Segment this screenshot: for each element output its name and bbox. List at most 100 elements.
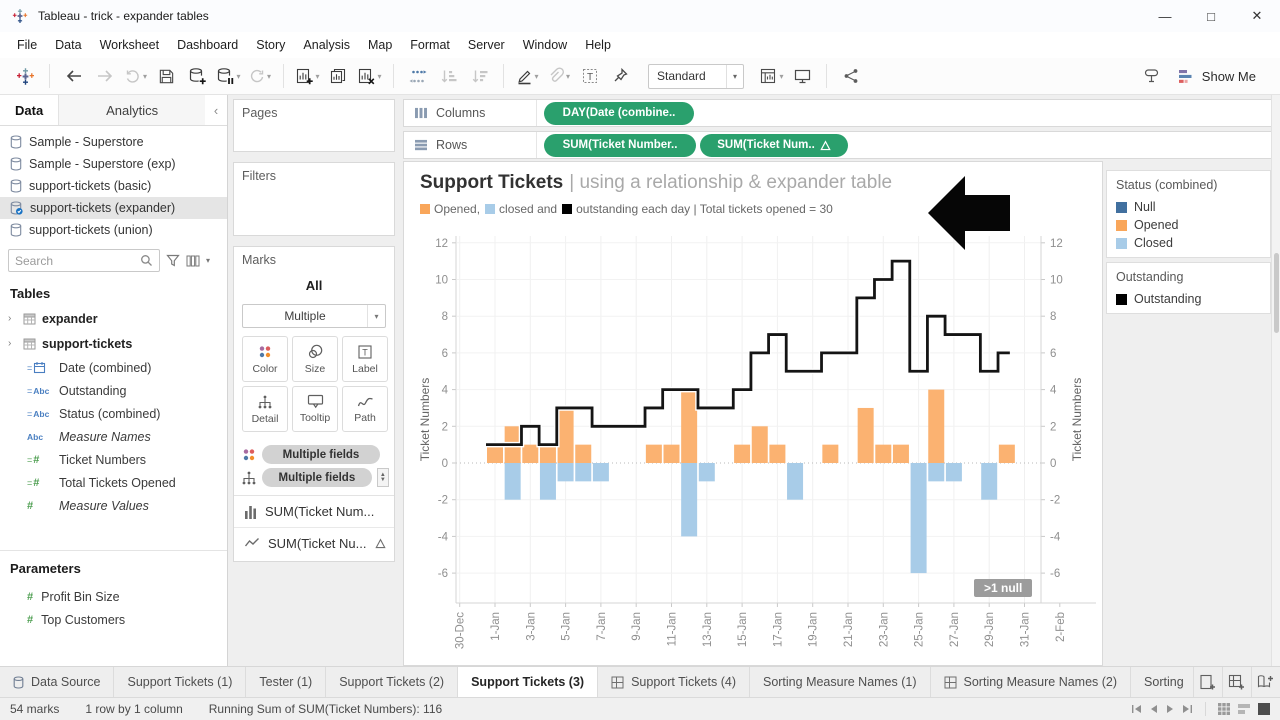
- menu-dashboard[interactable]: Dashboard: [168, 32, 247, 58]
- replay-animation-icon[interactable]: ▾: [123, 61, 148, 91]
- bar-opened[interactable]: [664, 445, 680, 463]
- save-icon[interactable]: [154, 61, 179, 91]
- new-story-icon[interactable]: [1251, 667, 1280, 697]
- color-button[interactable]: Color: [242, 336, 288, 382]
- show-mark-labels-icon[interactable]: T: [577, 61, 602, 91]
- view-filmstrip-icon[interactable]: [1238, 703, 1250, 715]
- bar-opened[interactable]: [999, 445, 1015, 463]
- view-options-icon[interactable]: [186, 255, 200, 267]
- sheet-tab[interactable]: Data Source: [0, 667, 114, 697]
- group-members-icon[interactable]: ▾: [546, 61, 571, 91]
- menu-server[interactable]: Server: [459, 32, 514, 58]
- signpost-icon[interactable]: [1139, 61, 1164, 91]
- chevron-right-icon[interactable]: ›: [8, 313, 17, 324]
- bar-opened[interactable]: [540, 445, 556, 463]
- table-item[interactable]: ›support-tickets: [0, 331, 227, 356]
- collapse-pane-icon[interactable]: ‹: [205, 95, 227, 125]
- menu-story[interactable]: Story: [247, 32, 294, 58]
- data-source-item[interactable]: support-tickets (expander): [0, 197, 227, 219]
- bar-closed[interactable]: [981, 463, 997, 500]
- menu-window[interactable]: Window: [514, 32, 576, 58]
- sort-ascending-icon[interactable]: [436, 61, 461, 91]
- pages-card[interactable]: Pages: [233, 99, 395, 152]
- legend-item[interactable]: Closed: [1107, 234, 1270, 252]
- sheet-tab[interactable]: Sorting Measure Names (1): [750, 667, 931, 697]
- bar-closed[interactable]: [699, 463, 715, 481]
- table-item[interactable]: ›expander: [0, 306, 227, 331]
- field-item[interactable]: =#Total Tickets Opened: [0, 471, 227, 494]
- marks-all-label[interactable]: All: [234, 278, 394, 293]
- chevron-down-icon[interactable]: ▾: [377, 72, 381, 81]
- tab-data[interactable]: Data: [0, 95, 58, 125]
- chevron-right-icon[interactable]: ›: [8, 338, 17, 349]
- minimize-button[interactable]: —: [1142, 0, 1188, 32]
- presentation-mode-icon[interactable]: [790, 61, 815, 91]
- new-worksheet-icon[interactable]: ▾: [295, 61, 320, 91]
- mark-type-dropdown[interactable]: Multiple ▾: [242, 304, 386, 328]
- highlight-icon[interactable]: ▾: [515, 61, 540, 91]
- new-sheet-icon[interactable]: [1193, 667, 1222, 697]
- fit-dropdown[interactable]: Standard▾: [648, 64, 744, 89]
- chevron-down-icon[interactable]: ▾: [566, 72, 570, 81]
- sheet-tab[interactable]: Support Tickets (1): [114, 667, 246, 697]
- parameter-item[interactable]: #Profit Bin Size: [0, 585, 226, 608]
- nav-last-icon[interactable]: [1182, 704, 1193, 714]
- bar-closed[interactable]: [928, 463, 944, 481]
- bar-opened[interactable]: [822, 445, 838, 463]
- swap-rows-columns-icon[interactable]: [405, 61, 430, 91]
- legend-item[interactable]: Null: [1107, 198, 1270, 216]
- sheet-tab[interactable]: Sorting Measure Names (2): [931, 667, 1132, 697]
- bar-opened[interactable]: [769, 445, 785, 463]
- marks-field-row[interactable]: SUM(Ticket Nu...: [234, 527, 394, 558]
- new-dashboard-icon[interactable]: [1222, 667, 1251, 697]
- bar-opened[interactable]: [928, 390, 944, 463]
- undo-icon[interactable]: [61, 61, 86, 91]
- bar-opened[interactable]: [734, 445, 750, 463]
- menu-map[interactable]: Map: [359, 32, 401, 58]
- field-item[interactable]: =#Ticket Numbers: [0, 448, 227, 471]
- pill-spinner[interactable]: ▲▼: [377, 468, 389, 487]
- label-button[interactable]: TLabel: [342, 336, 388, 382]
- tableau-logo-icon[interactable]: [13, 61, 38, 91]
- show-me-button[interactable]: Show Me: [1177, 68, 1256, 85]
- bar-closed[interactable]: [946, 463, 962, 481]
- chevron-down-icon[interactable]: ▾: [367, 305, 385, 327]
- sort-descending-icon[interactable]: [467, 61, 492, 91]
- chevron-down-icon[interactable]: ▾: [779, 72, 783, 81]
- field-item[interactable]: =AbcOutstanding: [0, 379, 227, 402]
- filters-card[interactable]: Filters: [233, 162, 395, 236]
- fix-axes-icon[interactable]: [608, 61, 633, 91]
- bar-opened[interactable]: [558, 408, 574, 463]
- bar-opened[interactable]: [575, 445, 591, 463]
- marks-pill[interactable]: Multiple fields: [262, 445, 380, 464]
- new-data-source-icon[interactable]: [185, 61, 210, 91]
- legend-item[interactable]: Outstanding: [1107, 290, 1270, 308]
- bar-opened[interactable]: [505, 426, 521, 463]
- sheet-tab[interactable]: Support Tickets (3): [458, 667, 598, 697]
- data-source-item[interactable]: support-tickets (basic): [0, 175, 227, 197]
- bar-opened[interactable]: [858, 408, 874, 463]
- pause-auto-updates-icon[interactable]: ▾: [216, 61, 241, 91]
- bar-closed[interactable]: [575, 463, 591, 481]
- null-indicator[interactable]: >1 null: [974, 579, 1032, 597]
- sheet-tab[interactable]: Support Tickets (4): [598, 667, 750, 697]
- bar-opened[interactable]: [893, 445, 909, 463]
- bar-opened[interactable]: [875, 445, 891, 463]
- sheet-tab[interactable]: Sorting M: [1131, 667, 1187, 697]
- tooltip-button[interactable]: Tooltip: [292, 386, 338, 432]
- bar-closed[interactable]: [911, 463, 927, 573]
- data-source-item[interactable]: Sample - Superstore: [0, 131, 227, 153]
- bar-closed[interactable]: [540, 463, 556, 500]
- bar-opened[interactable]: [752, 426, 768, 463]
- field-item[interactable]: AbcMeasure Names: [0, 425, 227, 448]
- filter-fields-icon[interactable]: [166, 254, 180, 267]
- redo-icon[interactable]: [92, 61, 117, 91]
- nav-first-icon[interactable]: [1131, 704, 1142, 714]
- menu-file[interactable]: File: [8, 32, 46, 58]
- menu-analysis[interactable]: Analysis: [294, 32, 359, 58]
- share-icon[interactable]: [838, 61, 863, 91]
- view-tiles-icon[interactable]: [1218, 703, 1230, 715]
- nav-next-icon[interactable]: [1166, 704, 1174, 714]
- legend-item[interactable]: Opened: [1107, 216, 1270, 234]
- marks-pill[interactable]: Multiple fields: [262, 468, 372, 487]
